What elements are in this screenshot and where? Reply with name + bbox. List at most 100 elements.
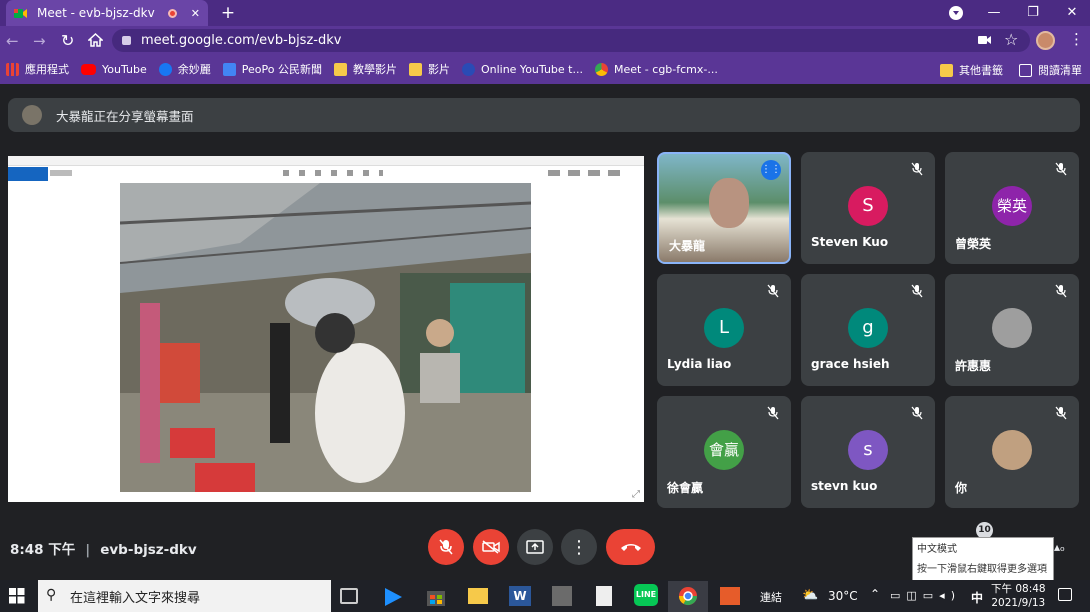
new-tab-button[interactable]: +	[218, 0, 238, 26]
speaking-indicator-icon: ⋮⋮	[761, 160, 781, 180]
meet-favicon-icon	[14, 8, 27, 18]
participant-avatar	[992, 308, 1032, 348]
participant-tile[interactable]: S Steven Kuo	[801, 152, 935, 264]
windows-start-icon[interactable]	[9, 588, 25, 604]
profile-avatar[interactable]	[1036, 31, 1055, 50]
meeting-clock: 8:48 下午 | evb-bjsz-dkv	[10, 542, 197, 558]
participant-avatar: S	[848, 186, 888, 226]
participant-tile[interactable]: 會贏 徐會贏	[657, 396, 791, 508]
mic-muted-icon	[1053, 283, 1069, 299]
bookmark-youtube[interactable]: YouTube	[81, 63, 147, 76]
weather-icon[interactable]: ⛅	[802, 588, 818, 603]
peopo-icon	[222, 62, 236, 76]
shared-photo	[120, 183, 531, 492]
participant-avatar: s	[848, 430, 888, 470]
mic-muted-icon	[909, 161, 925, 177]
menu-kebab-icon[interactable]: ⋮	[1069, 30, 1084, 48]
browser-tab[interactable]: Meet - evb-bjsz-dkv ✕	[6, 0, 208, 26]
camera-toggle-button[interactable]	[473, 529, 509, 565]
minimize-button[interactable]: —	[984, 0, 1004, 26]
taskbar-date: 2021/9/13	[991, 597, 1046, 609]
powerpoint-icon[interactable]	[720, 587, 740, 605]
folder-icon	[408, 62, 422, 76]
reload-icon[interactable]: ↻	[61, 31, 74, 50]
facebook-icon	[158, 62, 172, 76]
ime-tooltip-hint: 按一下滑鼠右鍵取得更多選項	[917, 564, 1047, 575]
address-bar[interactable]: meet.google.com/evb-bjsz-dkv	[112, 29, 1030, 52]
mic-muted-icon	[765, 283, 781, 299]
participant-avatar: 榮英	[992, 186, 1032, 226]
search-icon: ⚲	[46, 587, 57, 603]
weather-temp[interactable]: 30°C	[828, 589, 858, 603]
shared-window-titlebar	[8, 156, 644, 166]
expand-icon[interactable]: ⤢	[632, 489, 640, 500]
notepad-icon[interactable]	[596, 586, 612, 606]
mic-toggle-button[interactable]	[428, 529, 464, 565]
shared-window-tab	[8, 167, 48, 181]
present-screen-button[interactable]	[517, 529, 553, 565]
bookmark-online-youtube[interactable]: Online YouTube t...	[461, 62, 583, 76]
task-view-icon[interactable]	[340, 588, 358, 604]
app-icon[interactable]	[552, 586, 572, 606]
activities-icon[interactable]: ▴ₒ	[1054, 540, 1065, 554]
present-icon	[526, 540, 544, 554]
participant-tile[interactable]: L Lydia liao	[657, 274, 791, 386]
mic-muted-icon	[909, 405, 925, 421]
participant-video	[709, 178, 749, 228]
presentation-banner-text: 大暴龍正在分享螢幕畫面	[56, 108, 194, 124]
folder-icon	[333, 62, 347, 76]
store-icon[interactable]	[425, 586, 451, 610]
mic-muted-icon	[909, 283, 925, 299]
mic-muted-icon	[1053, 161, 1069, 177]
restore-button[interactable]: ❐	[1023, 0, 1043, 26]
recording-indicator-icon	[167, 8, 177, 18]
participant-tile[interactable]: 許惠惠	[945, 274, 1079, 386]
shared-window-toolbar-item	[50, 170, 72, 176]
participant-tile[interactable]: ⋮⋮ 大暴龍	[657, 152, 791, 264]
notification-icon[interactable]	[1058, 588, 1072, 601]
media-player-icon[interactable]	[382, 586, 408, 610]
participant-tile[interactable]: s stevn kuo	[801, 396, 935, 508]
bookmark-videos[interactable]: 影片	[408, 61, 450, 77]
participant-tile[interactable]: 你	[945, 396, 1079, 508]
leave-call-button[interactable]	[606, 529, 655, 565]
bookmark-meet[interactable]: Meet - cgb-fcmx-...	[594, 62, 718, 76]
close-window-button[interactable]: ✕	[1062, 0, 1082, 26]
apps-grid-icon	[6, 62, 19, 76]
tab-close-icon[interactable]: ✕	[191, 7, 200, 20]
chrome-icon	[679, 587, 697, 606]
hang-up-icon	[620, 544, 641, 551]
taskbar-connect[interactable]: 連結	[760, 589, 782, 605]
back-arrow-icon[interactable]: ←	[6, 32, 19, 50]
participant-tile[interactable]: 榮英 曾榮英	[945, 152, 1079, 264]
tray-chevron-icon[interactable]: ⌃	[870, 587, 880, 601]
camera-indicator-icon[interactable]	[978, 35, 991, 45]
participant-name: 大暴龍	[669, 239, 706, 253]
bookmark-star-icon[interactable]: ☆	[1004, 30, 1018, 49]
line-app-icon[interactable]: LINE	[634, 584, 658, 606]
participant-avatar: L	[704, 308, 744, 348]
bookmark-reading-list[interactable]: 閱讀清單	[1019, 62, 1082, 78]
tray-icons[interactable]: ▭◫▭◂)	[890, 589, 961, 602]
profile-menu-icon[interactable]	[949, 6, 963, 20]
word-icon[interactable]: W	[509, 586, 531, 606]
bookmark-other[interactable]: 其他書籤	[940, 62, 1003, 78]
forward-arrow-icon[interactable]: →	[33, 32, 46, 50]
ime-tooltip: 中文模式 按一下滑鼠右鍵取得更多選項	[912, 537, 1054, 581]
taskbar-search-box[interactable]: ⚲ 在這裡輸入文字來搜尋	[38, 580, 331, 612]
participant-name: 徐會贏	[667, 481, 704, 495]
chrome-taskbar-button[interactable]	[668, 581, 708, 612]
taskbar-clock[interactable]: 下午 08:48 2021/9/13	[991, 582, 1046, 610]
file-explorer-icon[interactable]	[468, 588, 488, 604]
more-options-button[interactable]: ⋮	[561, 529, 597, 565]
bookmark-teaching-videos[interactable]: 教學影片	[333, 61, 397, 77]
participant-name: Steven Kuo	[811, 235, 889, 249]
participant-tile[interactable]: g grace hsieh	[801, 274, 935, 386]
home-icon[interactable]	[88, 33, 103, 47]
ime-indicator[interactable]: 中	[971, 589, 983, 606]
bookmark-facebook[interactable]: 余妙麗	[158, 61, 211, 77]
shared-window-toolbar-right	[548, 170, 628, 176]
bookmark-apps[interactable]: 應用程式	[6, 61, 69, 77]
presentation-banner: 大暴龍正在分享螢幕畫面	[8, 98, 1080, 132]
bookmark-peopo[interactable]: PeoPo 公民新聞	[222, 61, 322, 77]
